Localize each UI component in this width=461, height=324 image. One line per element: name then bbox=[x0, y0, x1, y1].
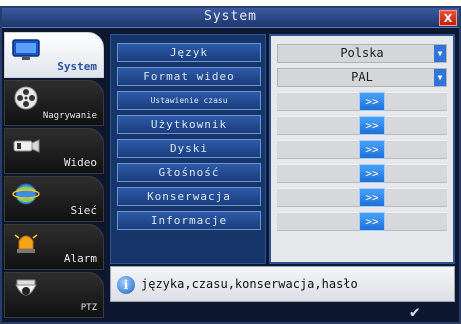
time-settings-row: >> bbox=[277, 92, 447, 111]
info-icon: i bbox=[117, 276, 135, 294]
value-panel: Polska ▼ PAL ▼ >> >> >> >> >> >> bbox=[269, 34, 455, 264]
sidebar-item-siec[interactable]: Sieć bbox=[4, 176, 104, 222]
open-maintenance-button[interactable]: >> bbox=[359, 188, 385, 207]
maintenance-row: >> bbox=[277, 188, 447, 207]
open-time-settings-button[interactable]: >> bbox=[359, 92, 385, 111]
language-value: Polska bbox=[340, 46, 384, 60]
sidebar-item-label: PTZ bbox=[80, 303, 97, 313]
open-disks-button[interactable]: >> bbox=[359, 140, 385, 159]
sidebar-item-nagrywanie[interactable]: Nagrywanie bbox=[4, 80, 104, 126]
menu-item-konserwacja[interactable]: Konserwacja bbox=[117, 187, 261, 206]
video-format-value: PAL bbox=[351, 70, 373, 84]
user-row: >> bbox=[277, 116, 447, 135]
sidebar-item-label: Alarm bbox=[63, 252, 97, 265]
system-window: System X System Nagrywanie Wideo Sieć Al… bbox=[0, 6, 461, 324]
menu-item-informacje[interactable]: Informacje bbox=[117, 211, 261, 230]
open-volume-button[interactable]: >> bbox=[359, 164, 385, 183]
title-bar: System X bbox=[2, 8, 459, 28]
help-text: języka,czasu,konserwacja,hasło bbox=[141, 277, 358, 291]
menu-item-uzytkownik[interactable]: Użytkownik bbox=[117, 115, 261, 134]
sidebar-item-system[interactable]: System bbox=[4, 32, 104, 78]
menu-panel: Język Format wideo Ustawienie czasu Użyt… bbox=[110, 34, 266, 264]
camera-icon bbox=[13, 139, 40, 153]
menu-item-glosnosc[interactable]: Głośność bbox=[117, 163, 261, 182]
dome-camera-icon bbox=[15, 279, 37, 296]
monitor-icon bbox=[12, 39, 40, 60]
menu-item-ustawienie-czasu[interactable]: Ustawienie czasu bbox=[117, 91, 261, 110]
close-button[interactable]: X bbox=[439, 10, 457, 26]
film-reel-icon bbox=[14, 86, 38, 110]
video-format-select[interactable]: PAL ▼ bbox=[277, 68, 447, 87]
sidebar: System Nagrywanie Wideo Sieć Alarm PTZ bbox=[4, 30, 106, 318]
menu-item-format-wideo[interactable]: Format wideo bbox=[117, 67, 261, 86]
volume-row: >> bbox=[277, 164, 447, 183]
help-bar: i języka,czasu,konserwacja,hasło bbox=[110, 266, 455, 302]
sidebar-item-label: System bbox=[57, 60, 97, 73]
sidebar-item-alarm[interactable]: Alarm bbox=[4, 224, 104, 270]
language-select[interactable]: Polska ▼ bbox=[277, 44, 447, 63]
open-information-button[interactable]: >> bbox=[359, 212, 385, 231]
sidebar-item-label: Nagrywanie bbox=[42, 111, 97, 121]
confirm-check-icon[interactable]: ✔ bbox=[410, 304, 450, 320]
sidebar-item-label: Sieć bbox=[70, 204, 98, 217]
globe-network-icon bbox=[12, 183, 40, 205]
disks-row: >> bbox=[277, 140, 447, 159]
window-title: System bbox=[204, 9, 257, 24]
chevron-down-icon[interactable]: ▼ bbox=[434, 45, 446, 62]
menu-item-dyski[interactable]: Dyski bbox=[117, 139, 261, 158]
menu-item-jezyk[interactable]: Język bbox=[117, 43, 261, 62]
sidebar-item-ptz[interactable]: PTZ bbox=[4, 272, 104, 318]
information-row: >> bbox=[277, 212, 447, 231]
open-user-button[interactable]: >> bbox=[359, 116, 385, 135]
sidebar-item-wideo[interactable]: Wideo bbox=[4, 128, 104, 174]
chevron-down-icon[interactable]: ▼ bbox=[434, 69, 446, 86]
sidebar-item-label: Wideo bbox=[63, 156, 97, 169]
alarm-light-icon bbox=[14, 234, 38, 253]
